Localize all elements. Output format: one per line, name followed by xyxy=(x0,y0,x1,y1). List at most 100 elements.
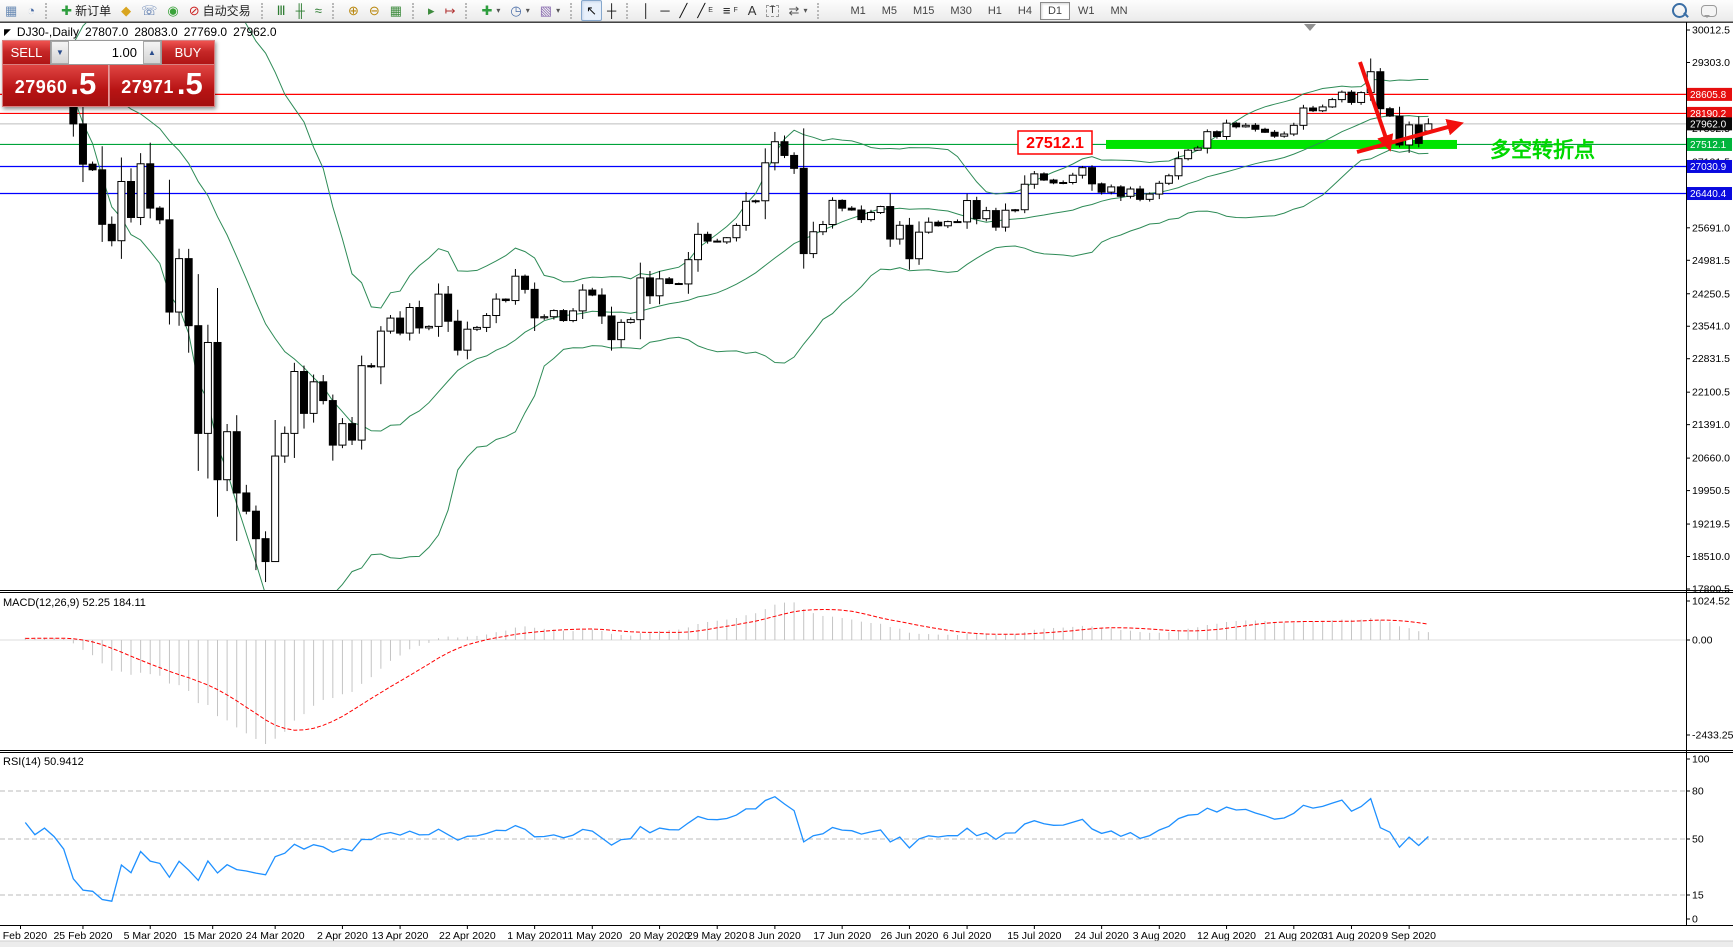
channel-tool-button[interactable]: ╱ E xyxy=(692,0,718,21)
autotrading-button[interactable]: ⊘ 自动交易 xyxy=(184,0,256,21)
candle-body xyxy=(569,310,578,322)
toolbar-separator xyxy=(570,2,576,19)
timeframe-button-H4[interactable]: H4 xyxy=(1010,2,1040,20)
periods-button[interactable]: ◷ ▾ xyxy=(505,0,534,21)
signals-button[interactable]: ◉ xyxy=(162,0,183,21)
candle-body xyxy=(1184,149,1193,160)
sell-price[interactable]: 27960 .5 xyxy=(2,65,109,107)
timeframe-button-H1[interactable]: H1 xyxy=(980,2,1010,20)
chart-shift-button[interactable]: ↦ xyxy=(440,0,461,21)
timeframe-button-MN[interactable]: MN xyxy=(1103,2,1136,20)
chat-icon[interactable] xyxy=(1701,4,1717,18)
timeframe-button-M5[interactable]: M5 xyxy=(874,2,905,20)
signals-icon: ◉ xyxy=(167,3,179,18)
sell-button[interactable]: SELL xyxy=(2,40,50,65)
bottom-strip xyxy=(0,941,1733,947)
timeframe-button-M15[interactable]: M15 xyxy=(905,2,942,20)
price-level-badge-label: 27962.0 xyxy=(1690,119,1727,130)
candle-body xyxy=(799,167,808,255)
tile-windows-icon: ▦ xyxy=(389,3,403,18)
zoom-in-button[interactable]: ⊕ xyxy=(343,0,364,21)
candle-body xyxy=(847,207,856,211)
candle-body xyxy=(943,221,952,227)
tile-windows-button[interactable]: ▦ xyxy=(385,0,407,21)
timeframe-button-D1[interactable]: D1 xyxy=(1039,1,1071,20)
candle-body xyxy=(1270,131,1279,137)
trendline-tool-button[interactable]: ╱ xyxy=(675,0,693,21)
trendline-icon: ╱ xyxy=(679,3,688,18)
cursor-tool-button[interactable]: ↖ xyxy=(581,0,602,21)
auto-scroll-button[interactable]: ▸ xyxy=(423,0,440,21)
editor-icon: ☏ xyxy=(141,3,158,18)
timeframe-button-M30[interactable]: M30 xyxy=(942,2,979,20)
date-tick-label: 24 Jul 2020 xyxy=(1074,930,1128,942)
crosshair-tool-button[interactable]: ┼ xyxy=(602,0,621,21)
vertical-line-tool-button[interactable]: │ xyxy=(637,0,655,21)
candle-body xyxy=(463,328,472,351)
profiles-button[interactable]: ◔ xyxy=(22,0,40,21)
new-order-button[interactable]: ✚ 新订单 xyxy=(56,0,116,21)
editor-button[interactable]: ☏ xyxy=(136,0,162,21)
text-tool-button[interactable]: A xyxy=(743,0,762,21)
candle-body xyxy=(607,315,616,341)
chart-title: ◤ DJ30-,Daily 27807.0 28083.0 27769.0 27… xyxy=(4,25,277,39)
indicators-icon: ✚ xyxy=(481,3,493,18)
candle-body xyxy=(98,169,107,225)
line-chart-button[interactable]: ≈ xyxy=(310,0,327,21)
search-icon[interactable] xyxy=(1672,3,1687,18)
timeframe-button-W1[interactable]: W1 xyxy=(1070,2,1103,20)
channel-letter: E xyxy=(708,7,713,14)
bar-chart-icon: Ⅲ xyxy=(276,3,286,18)
zoom-out-button[interactable]: ⊖ xyxy=(364,0,385,21)
timeframe-toolbar: M1 M5 M15 M30 H1 H4 D1 W1 MN xyxy=(842,1,1136,20)
buy-button[interactable]: BUY xyxy=(162,40,215,65)
chart-canvas[interactable]: 27512.1多空转折点30012.529303.028572.027862.5… xyxy=(0,22,1733,947)
volume-increase-button[interactable]: ▲ xyxy=(143,41,161,64)
candle-body xyxy=(1260,128,1269,133)
chart-marker-icon: ◤ xyxy=(4,26,11,37)
candle-body xyxy=(1289,124,1298,135)
volume-value[interactable]: 1.00 xyxy=(69,41,143,64)
horizontal-line-tool-button[interactable]: ─ xyxy=(655,0,674,21)
shapes-tool-button[interactable]: ⇄ ▾ xyxy=(784,0,813,21)
candle-body xyxy=(866,212,875,221)
volume-decrease-button[interactable]: ▼ xyxy=(51,41,69,64)
chart-window-button[interactable]: ▦ xyxy=(0,0,22,21)
toolbar-separator xyxy=(45,2,51,19)
price-tick-label: 19219.5 xyxy=(1692,519,1730,531)
candle-body xyxy=(857,209,866,221)
candle-body xyxy=(175,258,184,313)
text-label-tool-button[interactable]: T xyxy=(761,0,783,21)
candle-body xyxy=(165,219,174,313)
price-level-badge-label: 26440.4 xyxy=(1690,189,1727,200)
candle-body xyxy=(1222,122,1231,137)
candle-body xyxy=(828,199,837,226)
macd-tick-label: -2433.25 xyxy=(1692,730,1733,742)
indicators-button[interactable]: ✚ ▾ xyxy=(476,0,505,21)
ohlc-low: 27769.0 xyxy=(183,25,228,39)
timeframe-button-M1[interactable]: M1 xyxy=(842,2,873,20)
candle-body xyxy=(290,371,299,434)
ohlc-high: 28083.0 xyxy=(134,25,178,39)
candle-body xyxy=(559,310,568,322)
templates-button[interactable]: ▧ ▾ xyxy=(535,0,565,21)
candle-body xyxy=(1212,131,1221,137)
price-tick-label: 24981.5 xyxy=(1692,255,1730,267)
autotrading-label: 自动交易 xyxy=(202,4,251,18)
candle-body xyxy=(127,180,136,218)
fibonacci-tool-button[interactable]: ≡ F xyxy=(718,0,743,21)
candle-chart-button[interactable]: ╫ xyxy=(291,0,310,21)
candle-body xyxy=(1145,193,1154,200)
book-button[interactable]: ◆ xyxy=(116,0,136,21)
candle-body xyxy=(444,293,453,322)
templates-icon: ▧ xyxy=(539,3,553,18)
candle-body xyxy=(338,423,347,446)
candle-body xyxy=(386,317,395,332)
candle-body xyxy=(136,163,145,218)
buy-price[interactable]: 27971 .5 xyxy=(109,65,215,107)
bar-chart-button[interactable]: Ⅲ xyxy=(272,0,291,21)
horizontal-line-icon: ─ xyxy=(660,3,670,18)
date-tick-label: 15 Jul 2020 xyxy=(1007,930,1061,942)
candle-body xyxy=(1174,158,1183,177)
price-tick-label: 18510.0 xyxy=(1692,551,1730,563)
